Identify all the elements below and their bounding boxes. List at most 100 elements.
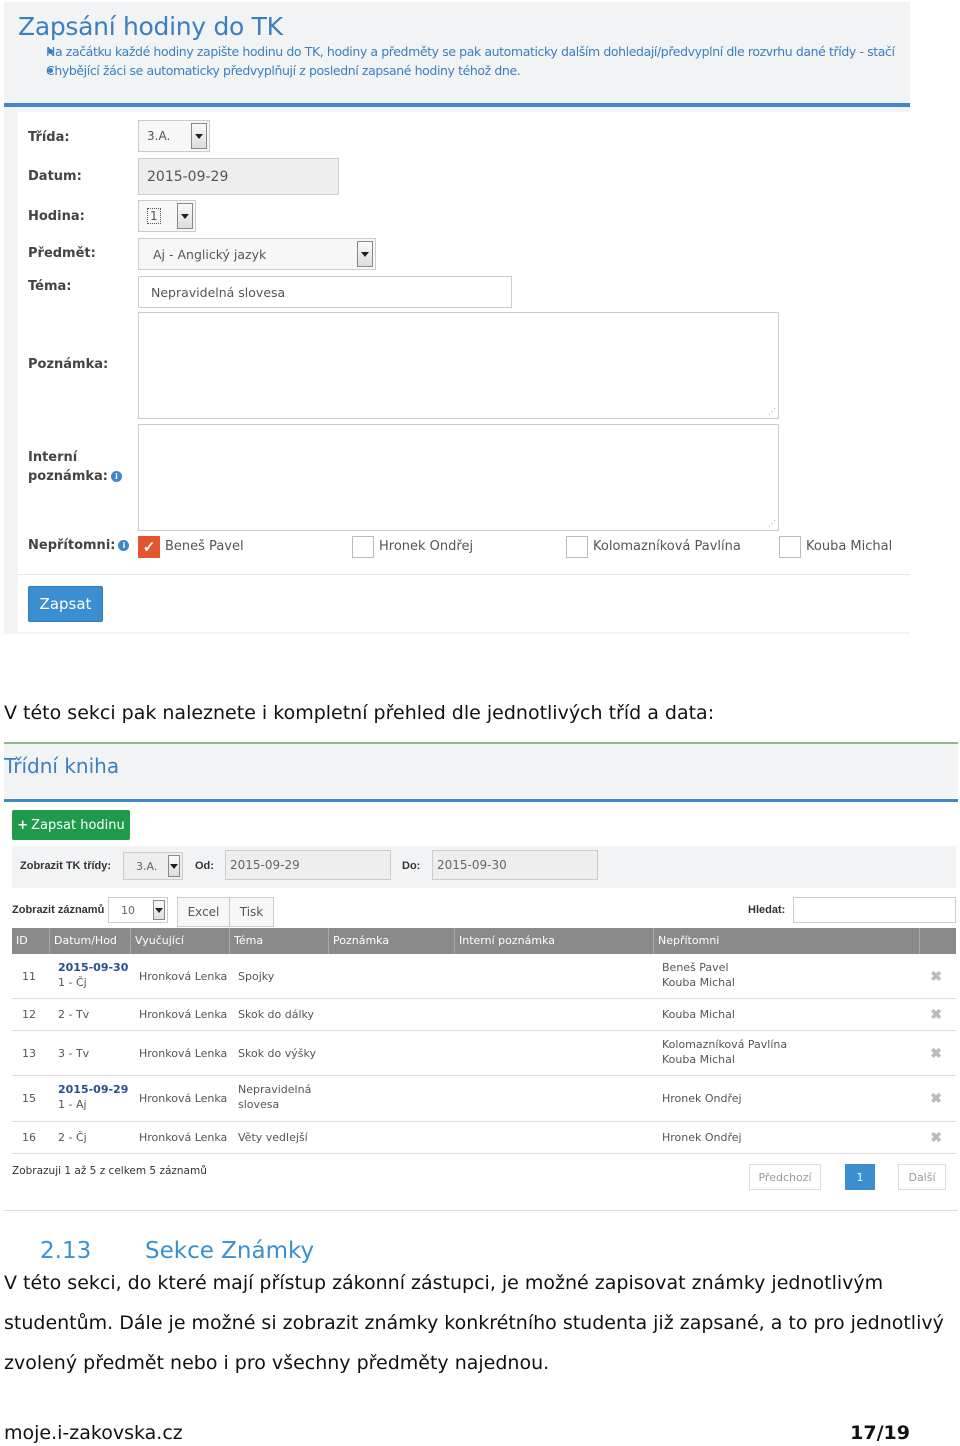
cell-absent: Kouba Michal bbox=[662, 1008, 735, 1021]
col-topic[interactable]: Téma bbox=[230, 928, 329, 954]
cell-teacher: Hronková Lenka bbox=[139, 1131, 228, 1144]
page-1-button[interactable]: 1 bbox=[845, 1164, 875, 1190]
chevron-down-icon[interactable] bbox=[177, 203, 193, 229]
subject-select[interactable]: Aj - Anglický jazyk bbox=[138, 238, 376, 270]
paragraph-line-2: studentům. Dále je možné si zobrazit zná… bbox=[4, 1312, 944, 1334]
divider bbox=[4, 1210, 958, 1211]
info-icon[interactable]: i bbox=[111, 471, 122, 482]
cell-topic: Spojky bbox=[238, 970, 275, 983]
resize-grip-icon[interactable]: ⋰ bbox=[768, 519, 776, 528]
table-row[interactable]: 12 2 - Tv Hronková Lenka Skok do dálky Kouba… bbox=[12, 999, 956, 1031]
cell-id: 13 bbox=[22, 1047, 36, 1060]
paragraph-line-1: V této sekci, do které mají přístup záko… bbox=[4, 1272, 884, 1294]
cell-topic: Věty vedlejší bbox=[238, 1131, 308, 1144]
to-label: Do: bbox=[402, 860, 421, 872]
records-label: Zobrazit záznamů bbox=[12, 904, 105, 916]
cell-absent: Hronek Ondřej bbox=[662, 1092, 742, 1105]
class-filter-label: Zobrazit TK třídy: bbox=[20, 860, 112, 872]
from-date-field[interactable]: 2015-09-29 bbox=[225, 850, 391, 880]
cell-hour: 1 - Čj bbox=[58, 976, 87, 989]
student-checkbox-benes[interactable]: ✓ bbox=[138, 536, 160, 558]
delete-icon[interactable]: ✖ bbox=[930, 1090, 942, 1107]
table-row[interactable]: 15 2015-09-29 1 - Aj Hronková Lenka Nepravid… bbox=[12, 1076, 956, 1122]
table-row[interactable]: 11 2015-09-30 1 - Čj Hronková Lenka Spojky Be… bbox=[12, 954, 956, 999]
subject-value: Aj - Anglický jazyk bbox=[153, 246, 267, 262]
hour-value: 1 bbox=[147, 208, 161, 224]
absent-label: Nepřítomni: i bbox=[28, 538, 130, 553]
table-header: ID Datum/Hod Vyučující Téma Poznámka Int… bbox=[12, 928, 956, 954]
book-top-bar bbox=[4, 799, 958, 802]
col-absent[interactable]: Nepřítomni bbox=[654, 928, 920, 954]
cell-absent: Beneš Pavel bbox=[662, 961, 729, 974]
absent-label-text: Nepřítomni: bbox=[28, 538, 116, 553]
divider bbox=[18, 574, 910, 575]
topic-input[interactable]: Nepravidelná slovesa bbox=[138, 276, 512, 308]
print-button[interactable]: Tisk bbox=[229, 897, 274, 927]
cell-hour: 2 - Čj bbox=[58, 1131, 87, 1144]
form-top-bar bbox=[4, 103, 910, 107]
delete-icon[interactable]: ✖ bbox=[930, 968, 942, 985]
student-name: Hronek Ondřej bbox=[379, 539, 474, 554]
cell-id: 11 bbox=[22, 970, 36, 983]
date-field[interactable]: 2015-09-29 bbox=[138, 158, 339, 195]
cell-teacher: Hronková Lenka bbox=[139, 1008, 228, 1021]
cell-date: 2015-09-29 bbox=[58, 1083, 129, 1096]
from-label: Od: bbox=[195, 860, 214, 872]
cell-id: 12 bbox=[22, 1008, 36, 1021]
resize-grip-icon[interactable]: ⋰ bbox=[768, 407, 776, 416]
cell-topic: Skok do výšky bbox=[238, 1047, 317, 1060]
to-date-field[interactable]: 2015-09-30 bbox=[432, 850, 598, 880]
info-icon[interactable]: i bbox=[118, 540, 130, 551]
internal-note-label-2: poznámka: bbox=[28, 469, 108, 484]
internal-note-label-1: Interní bbox=[28, 450, 78, 465]
delete-icon[interactable]: ✖ bbox=[930, 1045, 942, 1062]
cell-absent: Kolomazníková Pavlína bbox=[662, 1038, 788, 1051]
cell-absent: Kouba Michal bbox=[662, 1053, 735, 1066]
class-filter-value: 3.A. bbox=[136, 859, 158, 873]
cell-topic: Nepravidelná bbox=[238, 1083, 312, 1096]
topic-label: Téma: bbox=[28, 279, 72, 294]
next-page-button[interactable]: Další bbox=[898, 1164, 946, 1190]
col-id[interactable]: ID bbox=[12, 928, 50, 954]
class-select[interactable]: 3.A. bbox=[138, 120, 210, 152]
cell-teacher: Hronková Lenka bbox=[139, 1047, 228, 1060]
chevron-down-icon[interactable] bbox=[153, 900, 165, 920]
col-teacher[interactable]: Vyučující bbox=[131, 928, 230, 954]
chevron-down-icon[interactable] bbox=[357, 241, 373, 267]
note-label: Poznámka: bbox=[28, 357, 109, 372]
date-label: Datum: bbox=[28, 169, 82, 184]
footer-page-number: 17/19 bbox=[850, 1422, 910, 1444]
chevron-down-icon[interactable] bbox=[168, 855, 180, 877]
cell-date: 2015-09-30 bbox=[58, 961, 129, 974]
student-checkbox-kouba[interactable] bbox=[779, 536, 801, 558]
add-lesson-label: Zapsat hodinu bbox=[31, 817, 125, 833]
internal-note-label: poznámka: i bbox=[28, 469, 122, 484]
table-row[interactable]: 13 3 - Tv Hronková Lenka Skok do výšky Kolom… bbox=[12, 1031, 956, 1076]
form-title: Zapsání hodiny do TK bbox=[18, 12, 283, 41]
delete-icon[interactable]: ✖ bbox=[930, 1006, 942, 1023]
cell-topic: Skok do dálky bbox=[238, 1008, 315, 1021]
class-filter-select[interactable]: 3.A. bbox=[123, 852, 183, 880]
table-summary: Zobrazuji 1 až 5 z celkem 5 záznamů bbox=[12, 1165, 207, 1177]
add-lesson-button[interactable]: + Zapsat hodinu bbox=[12, 810, 130, 840]
col-internal-note[interactable]: Interní poznámka bbox=[455, 928, 654, 954]
search-input[interactable] bbox=[793, 897, 956, 923]
cell-absent: Kouba Michal bbox=[662, 976, 735, 989]
submit-button[interactable]: Zapsat bbox=[28, 586, 103, 622]
class-book-screenshot: Třídní kniha + Zapsat hodinu Zobrazit TK … bbox=[4, 742, 958, 1212]
student-checkbox-kolomaznikova[interactable] bbox=[566, 536, 588, 558]
col-note[interactable]: Poznámka bbox=[329, 928, 455, 954]
note-textarea[interactable]: ⋰ bbox=[138, 312, 779, 419]
excel-button[interactable]: Excel bbox=[177, 897, 230, 927]
hour-select[interactable]: 1 bbox=[138, 200, 196, 232]
chevron-down-icon[interactable] bbox=[191, 123, 207, 149]
records-select[interactable]: 10 bbox=[108, 897, 168, 923]
col-date[interactable]: Datum/Hod bbox=[50, 928, 131, 954]
plus-icon: + bbox=[17, 817, 29, 833]
student-checkbox-hronek[interactable] bbox=[352, 536, 374, 558]
table-row[interactable]: 16 2 - Čj Hronková Lenka Věty vedlejší Hrone… bbox=[12, 1122, 956, 1154]
internal-note-textarea[interactable]: ⋰ bbox=[138, 424, 779, 531]
info-line-1: Na začátku každé hodiny zapište hodinu d… bbox=[46, 44, 895, 59]
prev-page-button[interactable]: Předchozí bbox=[749, 1164, 821, 1190]
delete-icon[interactable]: ✖ bbox=[930, 1129, 942, 1146]
